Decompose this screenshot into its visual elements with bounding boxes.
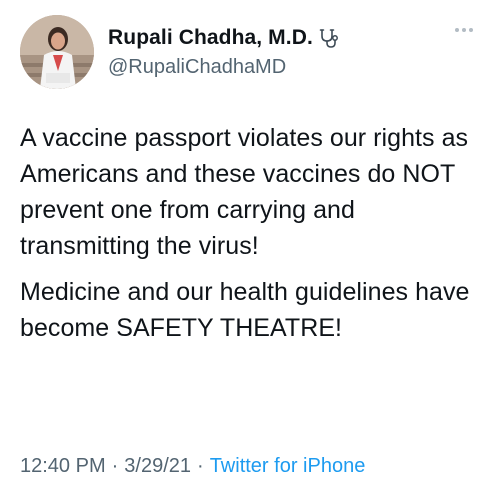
tweet-paragraph: A vaccine passport violates our rights a… xyxy=(20,124,469,260)
author-identity: Rupali Chadha, M.D. @RupaliChadhaMD xyxy=(108,25,340,80)
tweet-card: Rupali Chadha, M.D. @RupaliChadhaMD A va… xyxy=(0,0,495,500)
tweet-meta: 12:40 PM · 3/29/21 · Twitter for iPhone xyxy=(20,453,365,479)
display-name[interactable]: Rupali Chadha, M.D. xyxy=(108,25,313,51)
avatar[interactable] xyxy=(20,15,94,89)
tweet-source-link[interactable]: Twitter for iPhone xyxy=(210,453,366,479)
more-options-button[interactable] xyxy=(455,24,473,36)
tweet-paragraph: Medicine and our health guidelines have … xyxy=(20,278,470,342)
stethoscope-icon xyxy=(318,27,340,49)
tweet-text: A vaccine passport violates our rights a… xyxy=(20,120,473,346)
author-handle[interactable]: @RupaliChadhaMD xyxy=(108,54,340,80)
tweet-date[interactable]: 3/29/21 xyxy=(124,453,191,479)
meta-separator: · xyxy=(197,455,204,477)
tweet-time[interactable]: 12:40 PM xyxy=(20,453,106,479)
tweet-header: Rupali Chadha, M.D. @RupaliChadhaMD xyxy=(20,14,473,90)
avatar-image xyxy=(20,15,94,89)
name-row: Rupali Chadha, M.D. xyxy=(108,25,340,51)
dot-icon xyxy=(469,28,473,32)
meta-separator: · xyxy=(111,455,119,477)
dot-icon xyxy=(455,28,459,32)
dot-icon xyxy=(462,28,466,32)
